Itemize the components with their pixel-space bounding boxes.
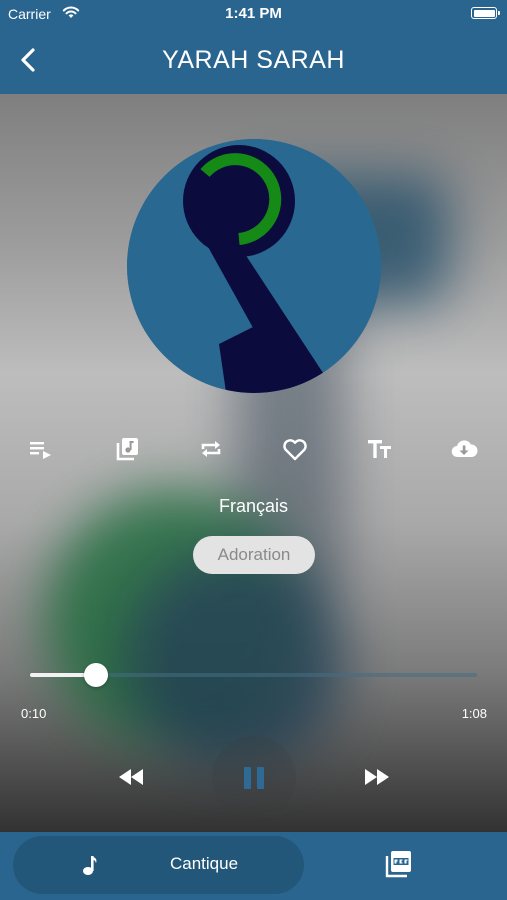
- total-time: 1:08: [461, 706, 487, 721]
- cloud-download-icon: [451, 440, 478, 458]
- music-note-icon: [83, 856, 97, 875]
- pause-icon: [244, 767, 264, 789]
- playlist-icon: [30, 442, 51, 459]
- music-library-icon: [116, 438, 138, 461]
- tab-pdf[interactable]: [383, 848, 415, 880]
- pause-button[interactable]: [212, 736, 296, 820]
- repeat-icon: [201, 441, 221, 457]
- action-toolbar: [0, 431, 507, 467]
- rewind-button[interactable]: [114, 762, 148, 792]
- status-bar: Carrier 1:41 PM: [0, 0, 507, 30]
- album-art: [127, 139, 381, 393]
- progress-thumb[interactable]: [84, 663, 109, 687]
- repeat-button[interactable]: [191, 431, 231, 467]
- tab-cantique-label: Cantique: [170, 854, 239, 873]
- favorite-button[interactable]: [275, 431, 315, 467]
- fast-forward-icon: [365, 769, 389, 785]
- heart-icon: [283, 439, 307, 461]
- text-size-icon: [368, 440, 391, 458]
- progress-slider[interactable]: [30, 663, 477, 687]
- tab-cantique[interactable]: Cantique: [13, 836, 304, 894]
- music-library-button[interactable]: [107, 431, 147, 467]
- download-button[interactable]: [444, 431, 484, 467]
- rewind-icon: [119, 769, 143, 785]
- category-badge[interactable]: Adoration: [193, 536, 315, 574]
- fast-forward-button[interactable]: [360, 762, 394, 792]
- text-size-button[interactable]: [360, 431, 400, 467]
- nav-bar: YARAH SARAH: [0, 30, 507, 94]
- player-area: Français Adoration 0:10 1:08: [0, 94, 507, 832]
- current-time: 0:10: [21, 706, 47, 721]
- language-label: Français: [218, 496, 289, 516]
- page-title: YARAH SARAH: [162, 46, 345, 74]
- battery-icon: [471, 7, 500, 19]
- status-time: 1:41 PM: [225, 5, 282, 22]
- pdf-icon: [385, 851, 411, 878]
- bottom-nav: Cantique: [0, 832, 507, 900]
- music-note-logo: [127, 139, 381, 393]
- playlist-button[interactable]: [21, 431, 61, 467]
